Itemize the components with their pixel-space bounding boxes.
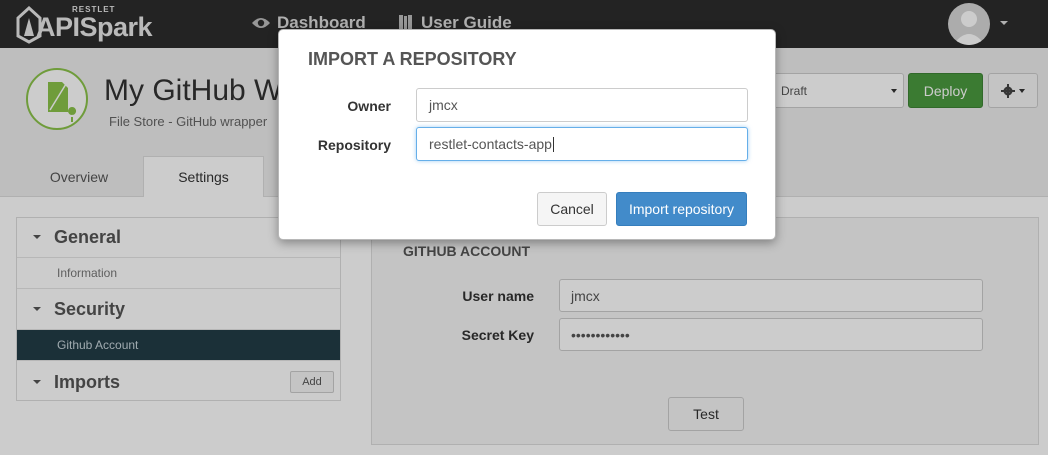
cancel-button[interactable]: Cancel [537, 192, 607, 226]
modal-title: IMPORT A REPOSITORY [308, 49, 517, 69]
import-repository-modal: IMPORT A REPOSITORY Owner jmcx Repositor… [278, 29, 776, 240]
import-repository-button[interactable]: Import repository [616, 192, 747, 226]
repository-input[interactable]: restlet-contacts-app [416, 127, 748, 161]
repository-value: restlet-contacts-app [429, 136, 552, 152]
owner-value: jmcx [429, 97, 458, 113]
owner-input[interactable]: jmcx [416, 88, 748, 122]
text-cursor [552, 136, 554, 152]
owner-label: Owner [347, 98, 391, 114]
repository-label: Repository [317, 137, 391, 153]
